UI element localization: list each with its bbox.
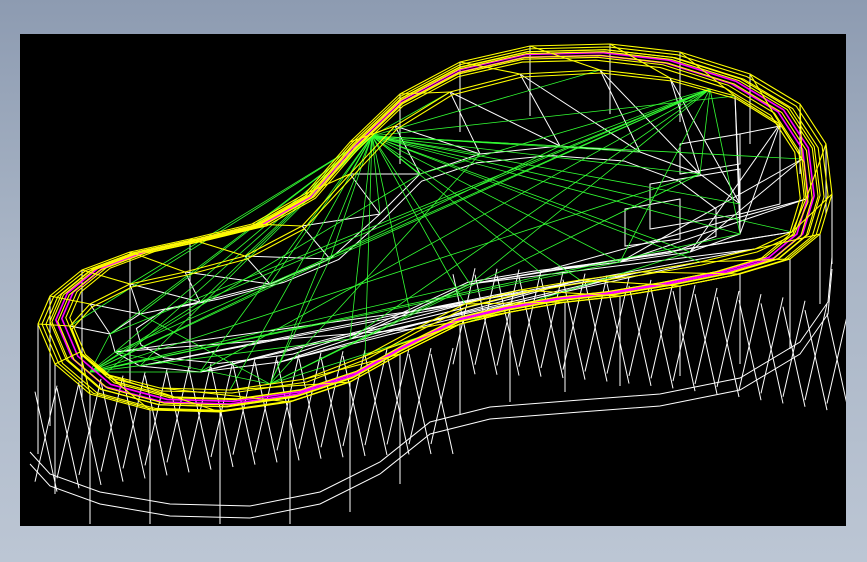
- wall-diagonal: [760, 297, 784, 394]
- wall-diagonal: [188, 369, 212, 470]
- wall-diagonal: [298, 352, 322, 449]
- floor-fan-line: [371, 69, 601, 137]
- wall-diagonal: [386, 354, 410, 455]
- wall-diagonal: [364, 354, 388, 456]
- pocket-wall-diagonal: [349, 271, 641, 340]
- floor-fan-line: [559, 88, 711, 147]
- rim-curve: [49, 49, 821, 408]
- wall-diagonal: [672, 285, 696, 382]
- wall-diagonal: [738, 294, 762, 391]
- floor-fan-line: [89, 233, 741, 373]
- wall-diagonal: [430, 353, 454, 455]
- wall-diagonal: [782, 300, 806, 397]
- wall-diagonal: [716, 290, 740, 388]
- rim-tie: [229, 381, 351, 391]
- floor-fan-line: [371, 135, 466, 305]
- floor-fan-line: [89, 173, 421, 373]
- wall-diagonal: [650, 288, 674, 389]
- inner-rim-curve: [60, 54, 809, 403]
- floor-fan-line: [699, 88, 711, 175]
- rim-tie: [189, 238, 246, 257]
- pocket-wall-diagonal: [89, 303, 111, 335]
- wall-diagonal: [408, 353, 432, 455]
- wireframe-model: [29, 43, 846, 524]
- wall-diagonal: [144, 369, 168, 466]
- wall-diagonal: [584, 275, 608, 372]
- wall-diagonal: [694, 287, 718, 385]
- wall-diagonal: [628, 285, 652, 386]
- wall-diagonal: [738, 300, 762, 401]
- wall-diagonal: [232, 364, 256, 465]
- wall-diagonal: [606, 283, 630, 384]
- pocket-wall-diagonal: [669, 77, 701, 175]
- rim-curve: [71, 72, 809, 394]
- wall-diagonal: [760, 303, 784, 404]
- wall-diagonal: [650, 282, 674, 379]
- wall-diagonal: [166, 366, 190, 463]
- wall-diagonal: [804, 310, 828, 411]
- wall-diagonal: [386, 348, 410, 445]
- pocket-wall-diagonal: [449, 91, 481, 155]
- wall-diagonal: [694, 293, 718, 395]
- wall-diagonal: [166, 372, 190, 473]
- body-wireframe: [29, 44, 846, 524]
- pocket-wall-diagonal: [519, 73, 561, 147]
- rim-curve: [57, 54, 813, 406]
- floor-fan-line: [371, 95, 736, 137]
- boss-feature: [624, 198, 681, 247]
- rim-curve: [65, 56, 805, 401]
- wall-diagonal: [56, 388, 80, 489]
- floor-fan-line: [114, 351, 271, 385]
- wall-diagonal: [210, 366, 234, 468]
- wall-diagonal: [430, 347, 454, 445]
- wall-diagonal: [518, 270, 542, 367]
- floor-fan-line: [269, 173, 701, 385]
- pocket-wall-diagonal: [129, 283, 141, 315]
- pocket-wall-diagonal: [739, 123, 781, 235]
- wall-diagonal: [782, 306, 806, 407]
- cad-viewport[interactable]: [20, 34, 846, 526]
- wall-diagonal: [56, 382, 80, 479]
- rim-tie: [609, 43, 671, 79]
- rim-curve: [69, 59, 801, 400]
- rim-tie: [699, 258, 791, 263]
- rim-curve: [69, 69, 807, 391]
- floor-fan-line: [371, 135, 621, 263]
- floor-fan-line: [269, 251, 691, 385]
- wall-diagonal: [672, 291, 696, 392]
